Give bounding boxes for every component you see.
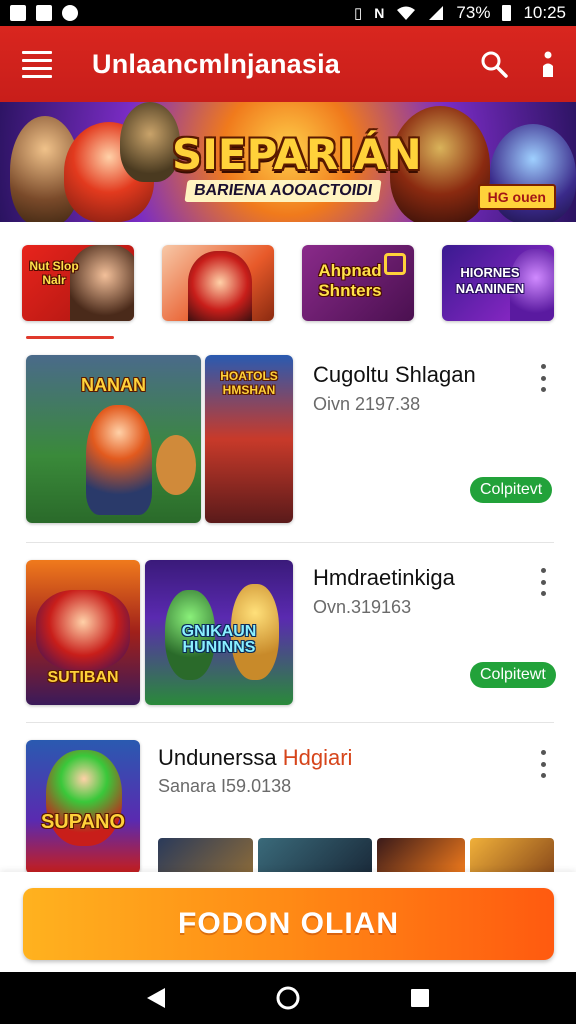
nfc-icon: N [374,5,385,21]
app-screen: ▯ N 73% 10:25 Unlaancmlnjanasia SIEPARIÁ… [0,0,576,1024]
thumb-title: SUPANO [40,811,126,833]
thumb-pet [156,435,196,495]
thumb-title: NANAN [81,375,146,395]
cta-container: FODON OLIAN [0,872,576,972]
item-2-thumbnail-side[interactable]: GNIKAUN HUNINNS [145,560,293,705]
cta-label: FODON OLIAN [178,907,399,940]
item-3-thumbnail-main[interactable]: SUPANO [26,740,140,874]
shield-icon [384,253,406,275]
item-1-more-icon[interactable] [533,364,553,392]
hero-banner[interactable]: SIEPARIÁN BARIENA AOOACTOIDI HG ouen [0,102,576,222]
status-bar: ▯ N 73% 10:25 [0,0,576,26]
wifi-icon [397,6,416,20]
category-label: Nut Slop Nalr [29,259,79,287]
search-icon[interactable] [480,50,508,78]
item-2-thumbnail-main[interactable]: SUTIBAN [26,560,140,705]
system-nav-bar [0,972,576,1024]
category-tile-4[interactable]: HIORNES NAANINEN [442,245,554,321]
image-icon [10,5,26,21]
thumb-title: GNIKAUN HUNINNS [181,623,257,656]
app-bar: Unlaancmlnjanasia [0,26,576,102]
item-1-meta: Oivn 2197.38 [313,394,421,414]
category-label: Ahpnad Shnters [318,261,382,300]
battery-icon [502,5,512,21]
item-3-screenshot-1[interactable] [158,838,253,874]
battery-level: 73% [456,3,491,22]
back-icon[interactable] [136,978,176,1018]
list-divider [26,542,554,543]
item-3-screenshot-4[interactable] [470,838,554,874]
thumb-title: HOATOLS HMSHAN [220,369,278,397]
item-2-title[interactable]: Hmdraetinkiga [313,565,455,591]
item-3-more-icon[interactable] [533,750,553,778]
hero-character-knight [120,102,180,182]
item-3-meta: Sanara I59.0138 [158,776,292,796]
item-1-thumbnail-main[interactable]: NANAN [26,355,201,523]
item-1-title[interactable]: Cugoltu Shlagan [313,362,476,388]
item-2-more-icon[interactable] [533,568,553,596]
vibrate-icon: ▯ [354,5,363,22]
item-3-screenshot-3[interactable] [377,838,465,874]
clock-time: 10:25 [523,3,566,22]
hero-title: SIEPARIÁN [172,130,422,179]
category-tile-3[interactable]: Ahpnad Shnters [302,245,414,321]
recents-icon[interactable] [400,978,440,1018]
item-3-title-main: Undunerssa [158,745,283,770]
app-title: Unlaancmlnjanasia [92,48,340,79]
item-3-screenshot-2[interactable] [258,838,372,874]
list-divider [26,722,554,723]
category-selected-indicator [26,336,114,339]
item-1-thumbnail-side[interactable]: HOATOLS HMSHAN [205,355,293,523]
more-vert-icon[interactable] [542,50,554,78]
hero-badge: HG ouen [477,184,556,210]
item-2-status-chip[interactable]: Colpitewt [470,662,556,688]
thumb-characters [36,590,130,670]
home-icon[interactable] [268,978,308,1018]
category-row: Nut Slop Nalr Ahpnad Shnters HIORNES NAA… [22,245,554,321]
category-tile-2[interactable] [162,245,274,321]
hero-subtitle: BARIENA AOOACTOIDI [184,180,382,202]
primary-cta-button[interactable]: FODON OLIAN [23,888,554,960]
notification-icon [36,5,52,21]
category-tile-1[interactable]: Nut Slop Nalr [22,245,134,321]
item-1-status-chip[interactable]: Colpitevt [470,477,553,503]
item-2-meta: Ovn.319163 [313,597,412,617]
tile-character [188,251,252,321]
signal-icon [429,6,444,20]
clock-icon [62,5,78,21]
item-3-title-accent: Hdgiari [282,745,353,770]
thumb-title: SUTIBAN [47,669,119,686]
category-label: HIORNES NAANINEN [455,265,525,296]
menu-icon[interactable] [22,50,52,78]
item-3-title[interactable]: Undunerssa Hdgiari [158,745,352,771]
thumb-character [86,405,152,515]
